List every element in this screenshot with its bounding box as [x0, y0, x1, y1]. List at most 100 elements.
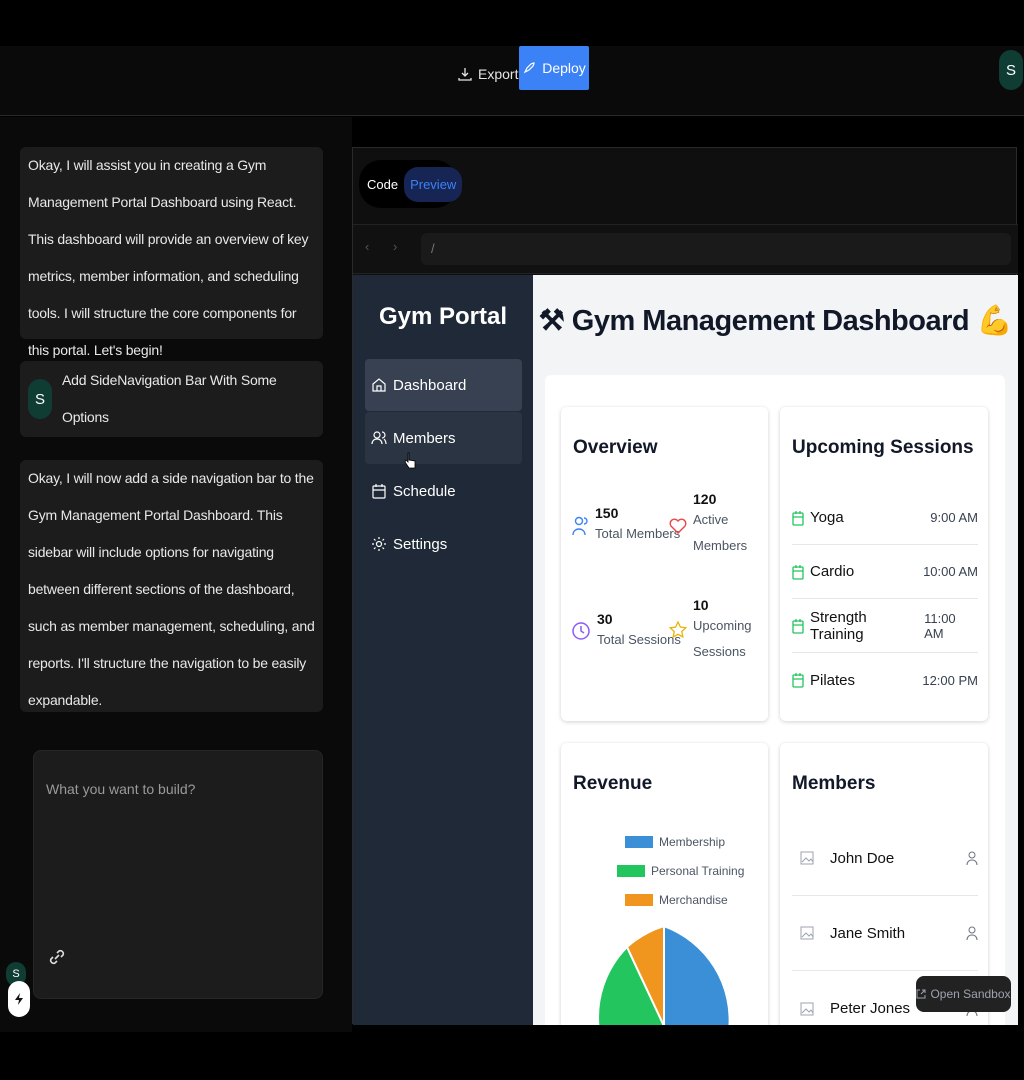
rocket-icon: [523, 62, 535, 74]
calendar-icon: [792, 510, 804, 526]
download-icon: [458, 68, 472, 81]
sidebar-item-settings[interactable]: Settings: [365, 518, 522, 570]
sidebar-item-label: Dashboard: [393, 376, 467, 394]
sidebar-item-label: Settings: [393, 535, 448, 553]
clock-icon: [572, 622, 590, 640]
tab-code[interactable]: Code: [367, 177, 398, 192]
page-title: ⚒ Gym Management Dashboard 💪: [538, 305, 1013, 337]
list-item: Strength Training 11:00 AM: [792, 599, 978, 653]
overview-card: Overview 150 Total Members 120 Active Memb…: [561, 407, 768, 721]
gear-icon: [372, 537, 386, 551]
session-time: 10:00 AM: [923, 564, 978, 579]
sidebar: Gym Portal Dashboard Members Schedule Se…: [353, 275, 533, 1025]
user-avatar[interactable]: S: [999, 50, 1023, 90]
stat-value: 10: [693, 597, 709, 613]
preview-panel: Code Preview ‹ › ↻ / Gym Portal Dashboar…: [352, 147, 1018, 1025]
top-bar: Export Deploy S: [0, 46, 1024, 116]
sidebar-item-label: Members: [393, 429, 456, 447]
message-text: Okay, I will assist you in creating a Gy…: [28, 157, 309, 358]
session-name: Cardio: [810, 563, 855, 580]
view-toggle: Code Preview: [359, 160, 463, 208]
sidebar-item-members[interactable]: Members: [365, 412, 522, 464]
sidebar-item-dashboard[interactable]: Dashboard: [365, 359, 522, 411]
card-title: Overview: [573, 437, 658, 458]
dashboard-panel: Overview 150 Total Members 120 Active Memb…: [545, 375, 1005, 1025]
legend-item: Membership: [625, 835, 725, 849]
session-time: 11:00 AM: [924, 610, 956, 641]
tab-preview[interactable]: Preview: [404, 166, 463, 202]
url-input[interactable]: /: [421, 233, 1011, 265]
revenue-pie-chart: [599, 924, 729, 1025]
session-name: Pilates: [810, 671, 856, 689]
card-title: Revenue: [573, 773, 653, 794]
member-name: Peter Jones: [830, 1000, 911, 1017]
dumbbell-icon: ⚒: [538, 305, 565, 337]
stat-value: 120: [693, 491, 717, 507]
export-button[interactable]: Export: [452, 56, 524, 92]
member-name: John Doe: [830, 849, 895, 867]
calendar-icon: [372, 484, 386, 499]
legend-swatch: [625, 894, 653, 906]
user-message: S Add SideNavigation Bar With Some Optio…: [20, 361, 323, 437]
stat-total-members: 150 Total Members: [571, 505, 680, 547]
open-sandbox-label: Open Sandbox: [930, 987, 1011, 1001]
legend-label: Membership: [659, 835, 726, 849]
browser-bar: ‹ › ↻ /: [353, 224, 1018, 274]
list-item[interactable]: John Doe: [792, 821, 978, 896]
avatar: S: [28, 379, 52, 419]
image-icon: [800, 1002, 814, 1015]
session-time: 9:00 AM: [930, 510, 978, 525]
pie-slice-membership: [663, 924, 729, 1025]
stat-value: 150: [595, 505, 619, 521]
prompt-input[interactable]: [46, 781, 308, 901]
list-item[interactable]: Jane Smith: [792, 896, 978, 971]
open-sandbox-button[interactable]: Open Sandbox: [916, 976, 1011, 1012]
list-item: Cardio 10:00 AM: [792, 545, 978, 599]
stat-label: Total Members: [595, 526, 681, 541]
pointer-cursor-icon: [404, 452, 416, 469]
external-link-icon: [916, 989, 926, 999]
heart-icon: [669, 518, 687, 534]
home-icon: [372, 378, 386, 392]
upcoming-sessions-card: Upcoming Sessions Yoga 9:00 AM Cardio 10…: [780, 407, 988, 721]
user-icon: [966, 926, 978, 941]
assistant-message: Okay, I will assist you in creating a Gy…: [20, 147, 323, 358]
assistant-message: Okay, I will now add a side navigation b…: [20, 460, 323, 712]
dashboard-main: ⚒ Gym Management Dashboard 💪 Overview 15…: [533, 275, 1018, 1025]
user-icon: [966, 851, 978, 866]
sidebar-title: Gym Portal: [378, 303, 508, 330]
deploy-button[interactable]: Deploy: [519, 46, 589, 90]
calendar-icon: [792, 564, 804, 580]
star-icon: [669, 621, 687, 639]
session-name: Yoga: [810, 509, 844, 526]
member-name: Jane Smith: [830, 924, 906, 942]
legend-label: Personal Training: [651, 864, 745, 878]
message-text: Okay, I will now add a side navigation b…: [28, 470, 315, 708]
legend-item: Personal Training: [617, 864, 744, 878]
legend-swatch: [625, 836, 653, 848]
bolt-icon[interactable]: [8, 981, 30, 1017]
link-icon[interactable]: [46, 946, 68, 968]
gym-app: Gym Portal Dashboard Members Schedule Se…: [353, 275, 1018, 1025]
chat-panel: Okay, I will assist you in creating a Gy…: [0, 117, 352, 1032]
export-label: Export: [478, 66, 519, 82]
list-item: Yoga 9:00 AM: [792, 491, 978, 545]
revenue-card: Revenue Membership Personal Training Mer…: [561, 743, 768, 1025]
app-frame: Export Deploy S Okay, I will assist you …: [0, 0, 1024, 1080]
stat-total-sessions: 30 Total Sessions: [571, 611, 681, 653]
legend-item: Merchandise: [625, 893, 728, 907]
session-time: 12:00 PM: [922, 672, 978, 688]
session-name: Strength Training: [809, 608, 867, 643]
image-icon: [800, 926, 814, 940]
legend-swatch: [617, 865, 645, 877]
calendar-icon: [792, 673, 804, 688]
composer: [33, 750, 323, 999]
flexed-biceps-icon: 💪: [976, 305, 1013, 337]
message-text: Add SideNavigation Bar With Some Options: [62, 372, 277, 425]
sidebar-item-label: Schedule: [393, 482, 456, 500]
card-title: Upcoming Sessions: [792, 437, 974, 458]
stat-label: Upcoming Sessions: [693, 618, 752, 659]
deploy-label: Deploy: [542, 60, 586, 76]
sidebar-item-schedule[interactable]: Schedule: [365, 465, 522, 517]
stat-active-members: 120 Active Members: [669, 491, 764, 559]
